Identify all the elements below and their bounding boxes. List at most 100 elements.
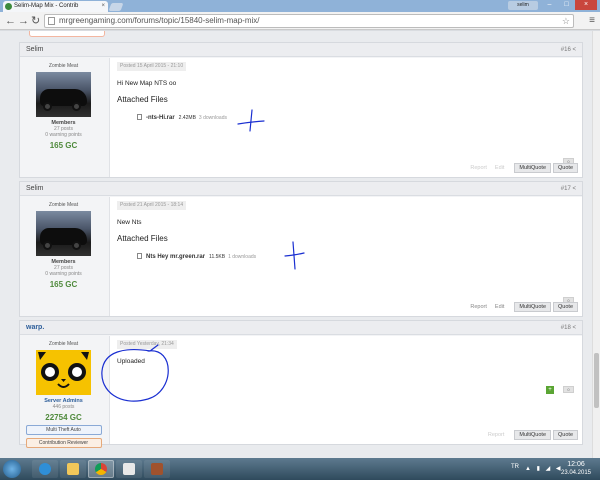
quote-button[interactable]: Quote xyxy=(553,163,578,173)
quote-button[interactable]: Quote xyxy=(553,302,578,312)
avatar-wheel xyxy=(72,102,81,111)
avatar[interactable] xyxy=(36,350,91,395)
close-window-button[interactable]: × xyxy=(575,0,597,10)
report-link[interactable]: Report xyxy=(470,304,487,310)
post-header: Selim #16 < xyxy=(20,43,582,57)
attachment-name[interactable]: -nts-Hi.rar xyxy=(146,115,175,121)
taskbar-chrome[interactable] xyxy=(88,460,114,478)
post-message: Uploaded xyxy=(117,358,145,365)
attachment-item[interactable]: Nts Hey mr.green.rar 11.5KB 1 downloads xyxy=(137,253,256,260)
file-icon xyxy=(137,253,142,259)
minimize-button[interactable]: – xyxy=(541,0,558,10)
post-username[interactable]: Selim xyxy=(26,46,44,53)
bear-face-icon xyxy=(36,350,91,395)
reputation-counter[interactable]: 0 xyxy=(563,386,574,393)
folder-icon xyxy=(67,463,79,475)
post-number-text: #18 xyxy=(560,325,571,331)
post-username[interactable]: warp. xyxy=(26,324,44,331)
post-number[interactable]: #18 < xyxy=(561,321,576,335)
taskbar-media[interactable] xyxy=(116,460,142,478)
post-body: Posted 21 April 2015 - 18:14 New Nts Att… xyxy=(109,197,582,316)
reputation-plus-button[interactable]: + xyxy=(546,386,554,394)
multiquote-button[interactable]: MultiQuote xyxy=(514,163,552,173)
edit-link[interactable]: Edit xyxy=(495,304,504,310)
maximize-button[interactable]: □ xyxy=(558,0,575,10)
user-rank: Zombie Meat xyxy=(48,63,79,69)
page-icon xyxy=(48,17,55,25)
start-button[interactable] xyxy=(3,460,21,478)
browser-tab[interactable]: Selim-Map Mix - Contrib × xyxy=(3,1,108,12)
user-rank: Zombie Meat xyxy=(48,202,79,208)
address-bar[interactable]: mrgreengaming.com/forums/topic/15840-sel… xyxy=(44,14,574,28)
attachment-size: 11.5KB xyxy=(209,254,226,260)
tab-close-icon[interactable]: × xyxy=(101,1,105,12)
top-strip xyxy=(29,31,105,37)
user-gc: 22754 GC xyxy=(45,413,82,422)
post-number-text: #17 xyxy=(560,186,571,192)
post-actions: Report Edit MultiQuote Quote xyxy=(470,163,578,173)
attachment-downloads: 3 downloads xyxy=(198,115,227,121)
url-text: mrgreengaming.com/forums/topic/15840-sel… xyxy=(59,16,260,25)
quote-button[interactable]: Quote xyxy=(553,430,578,440)
taskbar-ie[interactable] xyxy=(32,460,58,478)
user-rank: Zombie Meat xyxy=(48,341,79,347)
attachment-name[interactable]: Nts Hey mr.green.rar xyxy=(146,254,205,260)
browser-toolbar: ← → ↻ mrgreengaming.com/forums/topic/158… xyxy=(0,12,600,30)
tab-title: Selim-Map Mix - Contrib xyxy=(14,3,79,9)
multiquote-button[interactable]: MultiQuote xyxy=(514,430,552,440)
user-info: Zombie Meat Members 27 posts 0 warning p… xyxy=(20,58,107,150)
user-gc: 165 GC xyxy=(49,280,78,289)
post-message: Hi New Map NTS oo xyxy=(117,80,177,87)
page-content: Selim #16 < Zombie Meat Members 27 posts… xyxy=(0,31,592,458)
share-icon[interactable]: < xyxy=(572,186,576,192)
taskbar-explorer[interactable] xyxy=(60,460,86,478)
taskbar-clock[interactable]: 12:06 23.04.2015 xyxy=(556,461,596,477)
post-header: Selim #17 < xyxy=(20,182,582,196)
avatar[interactable] xyxy=(36,211,91,256)
forum-post: warp. #18 < Zombie Meat Server Admins 44… xyxy=(19,320,583,448)
post-number[interactable]: #16 < xyxy=(561,43,576,57)
attached-files-title: Attached Files xyxy=(117,234,168,243)
scrollbar-thumb[interactable] xyxy=(594,353,599,408)
back-icon[interactable]: ← xyxy=(5,15,16,27)
post-date: Posted 15 April 2015 - 21:10 xyxy=(117,62,187,71)
report-link[interactable]: Report xyxy=(488,432,505,438)
attached-files-title: Attached Files xyxy=(117,95,168,104)
forum-post: Selim #17 < Zombie Meat Members 27 posts… xyxy=(19,181,583,317)
post-message: New Nts xyxy=(117,219,142,226)
user-post-count: 446 posts xyxy=(52,404,75,410)
post-username[interactable]: Selim xyxy=(26,185,44,192)
forward-icon[interactable]: → xyxy=(18,15,29,27)
report-link[interactable]: Report xyxy=(470,165,487,171)
avatar[interactable] xyxy=(36,72,91,117)
attachment-size: 2.42MB xyxy=(178,115,196,121)
page-scrollbar[interactable] xyxy=(592,31,600,458)
badge-contribution-reviewer: Contribution Reviewer xyxy=(25,438,102,448)
app-icon xyxy=(151,463,163,475)
attachment-downloads: 1 downloads xyxy=(228,254,257,260)
post-date: Posted Yesterday, 21:34 xyxy=(117,340,177,349)
browser-menu-icon[interactable]: ≡ xyxy=(589,15,595,26)
clock-time: 12:06 xyxy=(567,461,585,468)
profile-button[interactable]: selim xyxy=(508,1,538,10)
post-date: Posted 21 April 2015 - 18:14 xyxy=(117,201,187,210)
avatar-wheel xyxy=(43,241,52,250)
attachment-item[interactable]: -nts-Hi.rar 2.42MB 3 downloads xyxy=(137,114,227,121)
taskbar-app[interactable] xyxy=(144,460,170,478)
multiquote-button[interactable]: MultiQuote xyxy=(514,302,552,312)
user-info: Zombie Meat Members 27 posts 0 warning p… xyxy=(20,197,107,289)
post-number-text: #16 xyxy=(560,47,571,53)
language-indicator[interactable]: TR xyxy=(511,464,519,470)
post-header: warp. #18 < xyxy=(20,321,582,335)
post-body: Posted Yesterday, 21:34 Uploaded + 0 Rep… xyxy=(109,336,582,444)
share-icon[interactable]: < xyxy=(572,325,576,331)
site-favicon-icon xyxy=(5,3,12,10)
media-player-icon xyxy=(123,463,135,475)
edit-link[interactable]: Edit xyxy=(495,165,504,171)
bookmark-star-icon[interactable]: ☆ xyxy=(562,15,570,27)
reload-icon[interactable]: ↻ xyxy=(31,15,40,27)
avatar-wheel xyxy=(72,241,81,250)
share-icon[interactable]: < xyxy=(572,47,576,53)
post-number[interactable]: #17 < xyxy=(561,182,576,196)
new-tab-button[interactable] xyxy=(108,3,124,11)
